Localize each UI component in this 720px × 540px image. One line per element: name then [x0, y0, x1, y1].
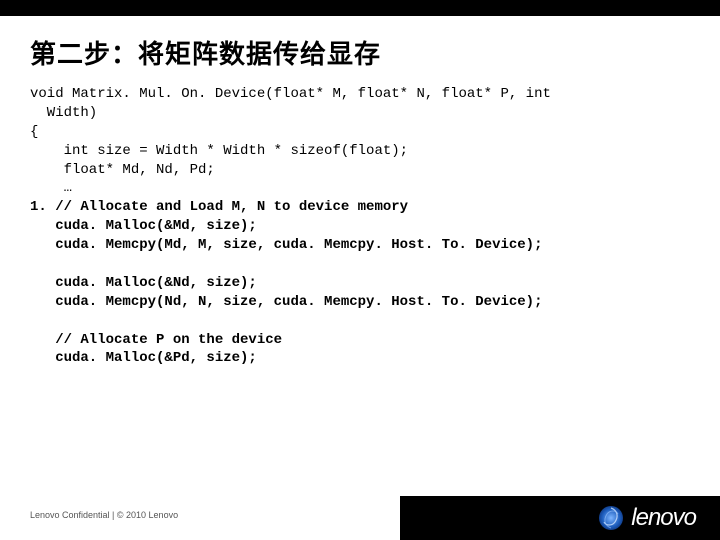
lenovo-logo: lenovo [597, 504, 696, 532]
code-line: 1. // Allocate and Load M, N to device m… [30, 199, 408, 215]
lenovo-swirl-icon [597, 504, 625, 532]
code-block: void Matrix. Mul. On. Device(float* M, f… [0, 85, 720, 368]
confidential-text: Lenovo Confidential | © 2010 Lenovo [30, 510, 178, 520]
top-black-bar [0, 0, 720, 16]
code-line: void Matrix. Mul. On. Device(float* M, f… [30, 86, 551, 102]
code-line: cuda. Malloc(&Pd, size); [30, 350, 257, 366]
slide: 第二步：将矩阵数据传给显存 void Matrix. Mul. On. Devi… [0, 0, 720, 540]
code-line: int size = Width * Width * sizeof(float)… [30, 143, 408, 159]
code-line: Width) [30, 105, 97, 121]
code-line: float* Md, Nd, Pd; [30, 162, 215, 178]
code-line: … [30, 180, 72, 196]
code-line: // Allocate P on the device [30, 332, 282, 348]
footer-black-bar: lenovo [400, 496, 720, 540]
code-line: cuda. Memcpy(Md, M, size, cuda. Memcpy. … [30, 237, 542, 253]
code-line: cuda. Memcpy(Nd, N, size, cuda. Memcpy. … [30, 294, 542, 310]
slide-title: 第二步：将矩阵数据传给显存 [0, 16, 720, 85]
lenovo-wordmark: lenovo [631, 504, 696, 532]
code-line: cuda. Malloc(&Md, size); [30, 218, 257, 234]
code-line: { [30, 124, 38, 140]
code-line: cuda. Malloc(&Nd, size); [30, 275, 257, 291]
footer: Lenovo Confidential | © 2010 Lenovo [0, 496, 720, 540]
